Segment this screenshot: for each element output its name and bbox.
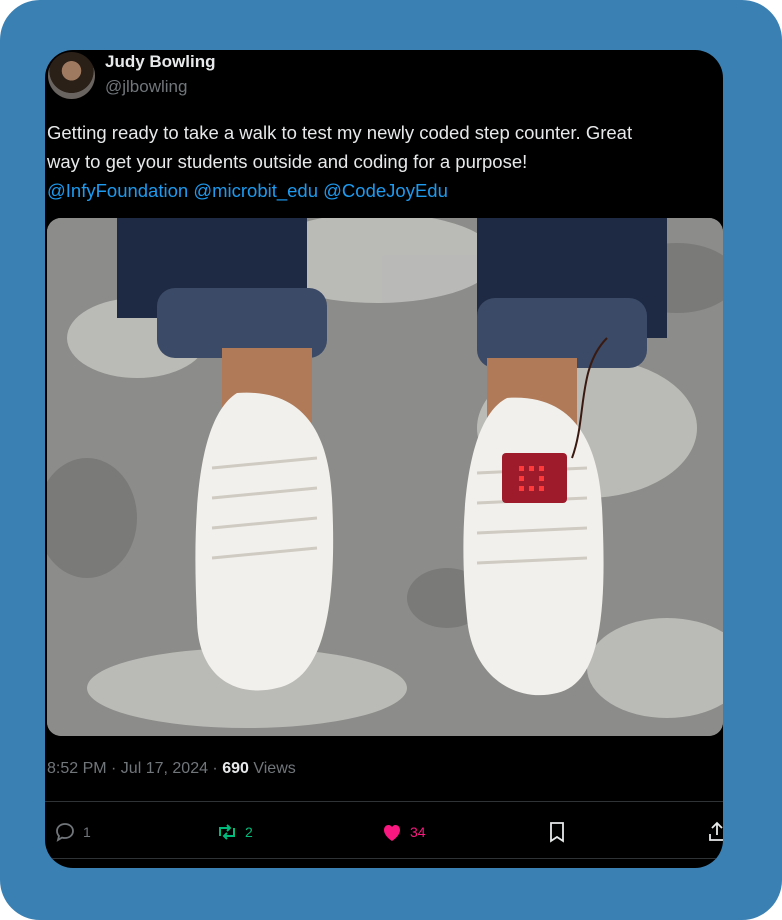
bookmark-button[interactable] [545,818,569,846]
mention-link[interactable]: @InfyFoundation [47,180,188,201]
like-count: 34 [410,824,426,840]
views-count: 690 [222,760,249,777]
repost-icon [219,824,235,840]
shoes-photo [47,218,723,736]
views-label: Views [248,760,296,777]
tweet-card: Judy Bowling @jlbowling Getting ready to… [45,50,723,868]
bottom-divider [45,858,723,859]
tweet-photo[interactable] [47,218,723,736]
reply-count: 1 [83,824,91,840]
share-icon [709,821,723,841]
bookmark-icon [550,822,564,843]
tweet-mentions: @InfyFoundation @microbit_edu @CodeJoyEd… [47,176,723,205]
avatar[interactable] [48,52,95,99]
repost-count: 2 [245,824,253,840]
share-button[interactable] [705,818,723,846]
tweet-text-line-1: Getting ready to take a walk to test my … [47,122,633,143]
mention-link[interactable]: @microbit_edu [193,180,318,201]
mention-link[interactable]: @CodeJoyEdu [323,180,448,201]
divider [45,801,723,802]
repost-button[interactable]: 2 [215,818,253,846]
reply-button[interactable]: 1 [53,818,91,846]
page-frame: Judy Bowling @jlbowling Getting ready to… [0,0,782,920]
tweet-text-line-2: way to get your students outside and cod… [47,151,528,172]
tweet-text: Getting ready to take a walk to test my … [47,118,723,205]
tweet-timestamp[interactable]: 8:52 PM · Jul 17, 2024 · [47,760,222,777]
reply-icon [56,823,74,842]
heart-icon [384,825,400,841]
tweet-meta: 8:52 PM · Jul 17, 2024 · 690 Views [47,760,296,778]
author-name[interactable]: Judy Bowling [105,52,216,72]
like-button[interactable]: 34 [380,818,426,846]
author-handle[interactable]: @jlbowling [105,77,187,97]
